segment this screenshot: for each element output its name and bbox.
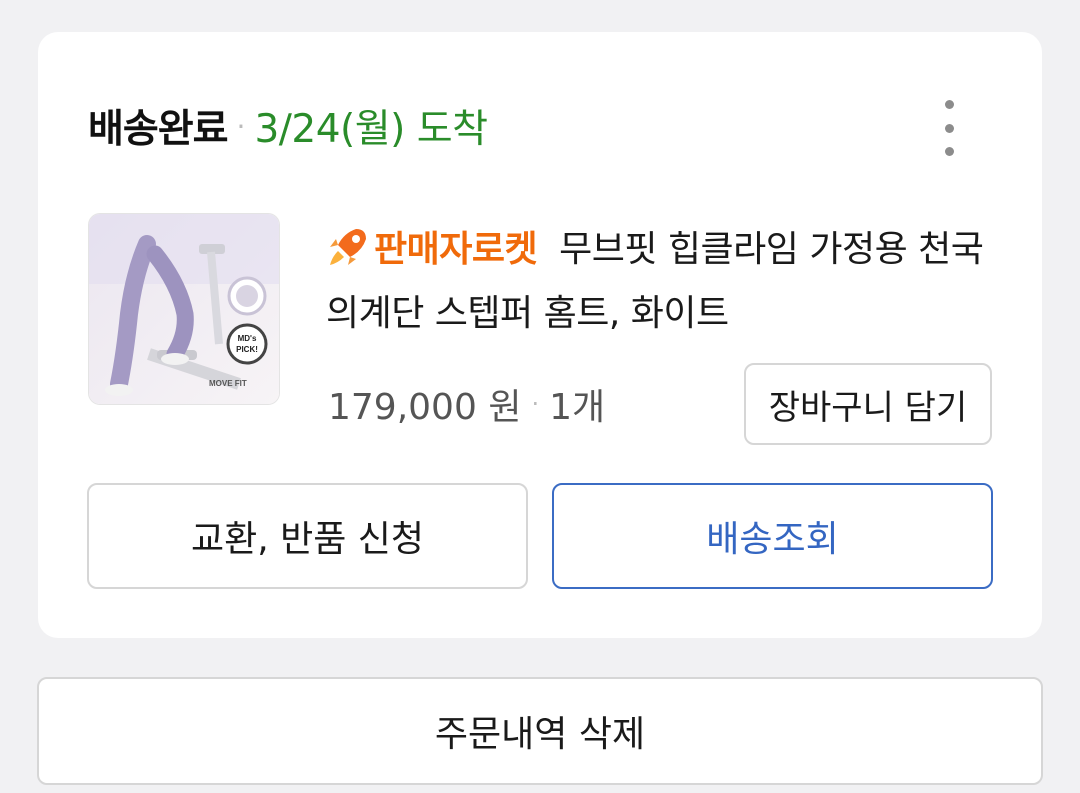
brand-logo-text: MOVE FIT <box>209 379 247 388</box>
product-quantity: 1개 <box>549 387 606 428</box>
product-thumbnail[interactable]: MD's PICK! MOVE FIT <box>88 213 280 405</box>
exchange-return-button[interactable]: 교환, 반품 신청 <box>87 483 528 589</box>
price-row: 179,000 원 · 1개 <box>328 376 605 432</box>
separator-dot: · <box>531 390 540 418</box>
product-title-block[interactable]: 판매자로켓 무브핏 힙클라임 가정용 천국의계단 스텝퍼 홈트, 화이트 <box>326 218 1006 346</box>
order-card: 배송완료 · 3/24(월) 도착 MD's PICK! MOVE FIT 판매… <box>38 32 1042 638</box>
more-vertical-icon[interactable] <box>934 100 964 156</box>
delivery-status: 배송완료 <box>88 107 229 152</box>
arrival-date: 3/24(월) 도착 <box>254 107 488 152</box>
product-price: 179,000 원 <box>328 387 522 428</box>
md-pick-label-top: MD's <box>238 334 257 343</box>
rocket-icon <box>330 229 366 265</box>
track-delivery-button[interactable]: 배송조회 <box>552 483 993 589</box>
delivery-status-row: 배송완료 · 3/24(월) 도착 <box>88 96 488 156</box>
add-to-cart-button[interactable]: 장바구니 담기 <box>744 363 992 445</box>
seller-rocket-badge: 판매자로켓 <box>374 229 538 270</box>
separator-dot: · <box>236 109 246 143</box>
md-pick-label-bottom: PICK! <box>236 345 258 354</box>
delete-order-button[interactable]: 주문내역 삭제 <box>37 677 1043 785</box>
stepper-product-image: MD's PICK! MOVE FIT <box>89 214 279 404</box>
